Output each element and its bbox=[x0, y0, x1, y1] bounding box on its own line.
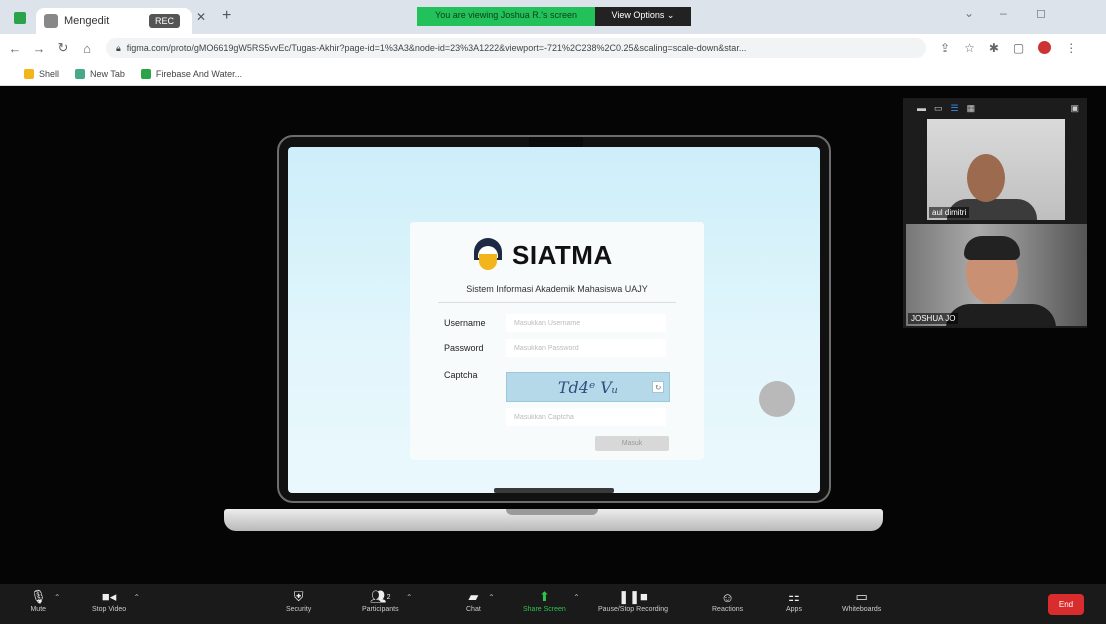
pointer-indicator bbox=[759, 381, 795, 417]
profile-avatar[interactable] bbox=[1038, 41, 1052, 54]
restore-icon[interactable]: ◻ bbox=[1036, 6, 1046, 20]
tab-favicon-icon bbox=[44, 14, 58, 28]
close-tab-icon[interactable]: ✕ bbox=[196, 10, 206, 24]
whiteboard-icon: ▭ bbox=[855, 589, 868, 604]
chat-icon: ▰ bbox=[468, 589, 479, 604]
reactions-icon: ☺ bbox=[720, 589, 735, 605]
prototype-screen: SIATMA Sistem Informasi Akademik Mahasis… bbox=[288, 147, 820, 493]
divider bbox=[438, 302, 676, 303]
captcha-text: Td4ᵉ Vᵤ bbox=[557, 377, 619, 397]
microphone-icon: 🎙︎ bbox=[30, 589, 47, 604]
brand: SIATMA bbox=[474, 238, 613, 272]
extensions-icon[interactable]: ✱ bbox=[989, 41, 999, 55]
browser-actions: ⇪ ☆ ✱ ▢ ⋮ bbox=[940, 41, 1077, 55]
app-icon bbox=[14, 12, 26, 24]
siatma-logo-icon bbox=[474, 238, 502, 272]
reactions-button[interactable]: ☺ Reactions bbox=[712, 588, 743, 614]
bookmark-item[interactable]: New Tab bbox=[75, 68, 125, 79]
participant-name: aul dimitri bbox=[929, 207, 970, 218]
desktop-root: Mengedit REC ✕ + You are viewing Joshua … bbox=[0, 0, 1106, 624]
video-view-controls: ▬ ▭ ☰ ▦ ▣ bbox=[903, 98, 1087, 118]
share-screen-button[interactable]: ⬆ Share Screen ⌃ bbox=[523, 588, 580, 613]
video-camera-icon: ■◂ bbox=[101, 589, 117, 604]
url-text: figma.com/proto/gMO6619gW5RS5vvEc/Tugas-… bbox=[126, 43, 747, 53]
chevron-up-icon[interactable]: ⌃ bbox=[54, 593, 61, 602]
app-subtitle: Sistem Informasi Akademik Mahasiswa UAJY bbox=[466, 284, 648, 294]
new-tab-icon[interactable]: + bbox=[222, 7, 231, 25]
participant-name: JOSHUA JO bbox=[908, 313, 959, 324]
participant-video[interactable]: JOSHUA JO bbox=[906, 224, 1087, 326]
security-button[interactable]: ⛨ Security bbox=[286, 588, 311, 613]
forward-icon[interactable]: → bbox=[30, 41, 48, 56]
username-label: Username bbox=[444, 318, 486, 328]
home-icon[interactable]: ⌂ bbox=[78, 41, 96, 56]
shield-icon: ⛨ bbox=[293, 589, 304, 604]
stop-video-button[interactable]: ■◂ Stop Video ⌃ bbox=[92, 588, 140, 613]
captcha-image: Td4ᵉ Vᵤ ↻ bbox=[506, 372, 670, 402]
recording-button[interactable]: ❚❚■ Pause/Stop Recording bbox=[598, 588, 668, 613]
chevron-up-icon[interactable]: ⌃ bbox=[133, 593, 140, 602]
back-icon[interactable]: ← bbox=[6, 41, 24, 56]
mute-button[interactable]: 🎙︎ Mute ⌃ bbox=[30, 588, 61, 613]
bookmark-item[interactable]: Shell bbox=[24, 68, 59, 79]
laptop-base bbox=[224, 509, 883, 531]
brand-title: SIATMA bbox=[512, 239, 613, 270]
chevron-down-icon[interactable]: ⌄ bbox=[964, 6, 974, 20]
share-screen-icon: ⬆ bbox=[538, 589, 550, 604]
menu-icon[interactable]: ⋮ bbox=[1065, 41, 1077, 55]
end-meeting-button[interactable]: End bbox=[1048, 594, 1084, 615]
apps-icon: ⚏ bbox=[788, 589, 800, 604]
login-card: SIATMA Sistem Informasi Akademik Mahasis… bbox=[410, 222, 704, 460]
star-icon[interactable]: ☆ bbox=[964, 41, 975, 55]
username-input[interactable] bbox=[506, 314, 666, 332]
chevron-up-icon[interactable]: ⌃ bbox=[573, 593, 580, 602]
participant-video[interactable]: aul dimitri bbox=[927, 119, 1065, 220]
recording-badge: REC bbox=[148, 14, 180, 28]
strip-view-icon[interactable]: ☰ bbox=[951, 103, 959, 114]
chat-button[interactable]: ▰ Chat ⌃ bbox=[466, 588, 495, 613]
expand-video-icon[interactable]: ▣ bbox=[1070, 103, 1079, 114]
address-bar-row: ← → ↻ ⌂ 🔒︎ figma.com/proto/gMO6619gW5RS5… bbox=[0, 34, 1106, 62]
captcha-input[interactable] bbox=[506, 408, 666, 426]
gallery-view-icon[interactable]: ▦ bbox=[967, 103, 976, 114]
participants-icon: 👥︎ 2 bbox=[370, 589, 391, 604]
tab-title: Mengedit bbox=[64, 15, 110, 27]
sidebar-icon[interactable]: ▢ bbox=[1013, 41, 1024, 55]
meeting-toolbar: 🎙︎ Mute ⌃ ■◂ Stop Video ⌃ ⛨ Security 👥︎ 2… bbox=[0, 584, 1106, 624]
participants-count: 2 bbox=[386, 593, 391, 601]
password-input[interactable] bbox=[506, 339, 666, 357]
reload-icon[interactable]: ↻ bbox=[54, 40, 72, 56]
browser-tab[interactable]: Mengedit REC bbox=[36, 8, 192, 34]
apps-button[interactable]: ⚏ Apps bbox=[786, 588, 802, 613]
share-icon[interactable]: ⇪ bbox=[940, 41, 950, 55]
browser-tab-bar: Mengedit REC ✕ + You are viewing Joshua … bbox=[0, 0, 1106, 34]
captcha-label: Captcha bbox=[444, 370, 478, 380]
refresh-captcha-icon[interactable]: ↻ bbox=[652, 381, 664, 393]
share-banner-text: You are viewing Joshua R.'s screen bbox=[417, 7, 595, 26]
video-panel: ▬ ▭ ☰ ▦ ▣ aul dimitri JOSHUA JO bbox=[903, 98, 1087, 328]
bookmarks-bar: Shell New Tab Firebase And Water... bbox=[0, 62, 1106, 86]
minimize-video-icon[interactable]: ▬ bbox=[917, 103, 926, 113]
laptop-mockup: SIATMA Sistem Informasi Akademik Mahasis… bbox=[277, 135, 831, 503]
view-options-button[interactable]: View Options ⌄ bbox=[595, 7, 691, 26]
speaker-view-icon[interactable]: ▭ bbox=[934, 103, 943, 114]
chevron-up-icon[interactable]: ⌃ bbox=[406, 593, 413, 602]
screen-footer-text bbox=[494, 488, 614, 493]
login-button[interactable]: Masuk bbox=[595, 436, 669, 451]
password-label: Password bbox=[444, 343, 484, 353]
bookmark-item[interactable]: Firebase And Water... bbox=[140, 68, 242, 79]
minimize-icon[interactable]: – bbox=[1000, 6, 1007, 20]
pause-stop-icon: ❚❚■ bbox=[618, 589, 648, 604]
chevron-up-icon[interactable]: ⌃ bbox=[488, 593, 495, 602]
screen-share-banner: You are viewing Joshua R.'s screen View … bbox=[417, 7, 691, 26]
participants-button[interactable]: 👥︎ 2 Participants ⌃ bbox=[362, 588, 413, 613]
lock-icon: 🔒︎ bbox=[116, 42, 121, 53]
whiteboards-button[interactable]: ▭ Whiteboards bbox=[842, 588, 881, 613]
url-field[interactable]: 🔒︎ figma.com/proto/gMO6619gW5RS5vvEc/Tug… bbox=[106, 38, 926, 58]
